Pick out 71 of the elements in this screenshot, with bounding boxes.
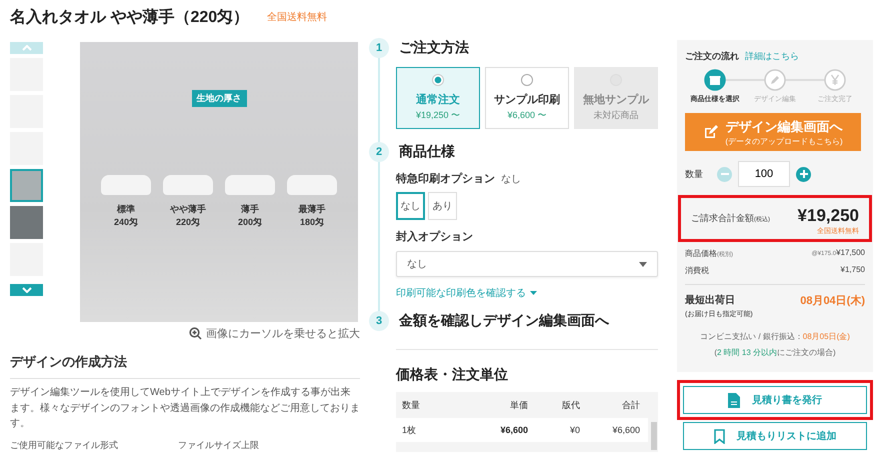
total-amount: ¥19,250 — [798, 206, 859, 226]
increase-button[interactable] — [796, 166, 811, 182]
minus-icon — [720, 173, 728, 175]
caret-down-icon — [530, 291, 537, 295]
payment-ship-date: コンビニ支払い / 銀行振込：08月05日(金) — [699, 331, 851, 342]
step-title: ご注文方法 — [399, 39, 469, 57]
print-colors-link[interactable]: 印刷可能な印刷色を確認する — [396, 286, 526, 300]
thumbnail[interactable] — [10, 169, 43, 202]
thumbnail[interactable] — [10, 206, 43, 239]
scrollbar[interactable] — [651, 422, 657, 450]
step-number: 1 — [369, 38, 389, 58]
towel-caption: 標準 240匁 — [114, 203, 138, 228]
towel-drawing — [287, 175, 337, 195]
towel-drawing — [163, 175, 213, 195]
column-header: 数量 — [402, 398, 421, 412]
step-number: 2 — [369, 142, 389, 162]
breakdown-value: ¥1,750 — [840, 265, 865, 276]
option-label: 特急印刷オプション — [396, 172, 495, 186]
quantity-field[interactable]: 100 — [738, 161, 790, 187]
table-cell-text: ¥6,600 — [611, 425, 640, 435]
step-number: 3 — [369, 311, 389, 331]
towel-drawing — [101, 175, 151, 195]
section-heading: デザインの作成方法 — [10, 353, 360, 379]
chevron-up-icon — [22, 45, 32, 51]
column-header: 版代 — [561, 398, 580, 412]
dropdown-caret-icon — [639, 262, 647, 266]
document-icon — [728, 392, 740, 408]
chevron-down-icon — [22, 287, 32, 293]
add-to-list-button[interactable]: 見積もりリストに追加 — [683, 422, 867, 450]
column-header: 単価 — [509, 398, 528, 412]
ship-date: 08月04日(木) — [800, 294, 865, 308]
towel-drawing — [225, 175, 275, 195]
table-cell-text: 1枚 — [402, 424, 418, 436]
step-title: 金額を確認しデザイン編集画面へ — [399, 312, 609, 330]
order-deadline: (2 時間 13 分以内にご注文の場合) — [713, 347, 837, 358]
towel-caption: 最薄手 180匁 — [298, 203, 326, 228]
column-heading: ご使用可能なファイル形式 — [10, 438, 118, 450]
plus-icon — [800, 170, 808, 178]
breakdown-label: 消費税 — [685, 265, 709, 276]
quantity-label: 数量 — [685, 168, 704, 180]
step-title: 商品仕様 — [399, 143, 455, 161]
table-cell-text: ¥0 — [568, 425, 580, 435]
scroll-down-button[interactable] — [10, 284, 43, 296]
design-edit-button[interactable]: デザイン編集画面へ (データのアップロードもこちら) — [685, 113, 861, 151]
insert-option-select[interactable]: なし — [396, 251, 658, 277]
option-choice[interactable]: なし — [396, 192, 425, 220]
flow-label: ご注文の流れ — [685, 50, 739, 63]
details-link[interactable]: 詳細はこちら — [745, 50, 799, 63]
image-tag: 生地の厚さ — [192, 90, 246, 107]
towel-caption: やや薄手 220匁 — [170, 203, 206, 228]
edit-icon — [703, 124, 720, 140]
option-label: 封入オプション — [396, 230, 473, 244]
ship-date-label: 最短出荷日 — [685, 294, 736, 307]
bookmark-icon — [714, 428, 724, 444]
option-value: なし — [501, 173, 521, 186]
zoom-hint: 画像にカーソルを乗せると拡大 — [206, 327, 360, 341]
order-method-option[interactable]: 通常注文 ¥19,250 〜 — [396, 67, 480, 129]
product-title: 名入れタオル やや薄手（220匁） — [10, 7, 250, 28]
option-choice[interactable]: あり — [428, 192, 457, 220]
column-header: 合計 — [621, 398, 640, 412]
zoom-in-icon — [189, 327, 202, 340]
scroll-up-button[interactable] — [10, 42, 43, 54]
section-heading: 価格表・注文単位 — [396, 366, 509, 384]
description-text: デザイン編集ツールを使用してWebサイト上でデザインを作成する事が出来ます。様々なデザインのフォントや透過画像の作成機能などご用意しております。 — [10, 386, 360, 431]
table-cell-text: ¥6,600 — [499, 425, 528, 435]
order-method-option[interactable]: サンプル印刷 ¥6,600 〜 — [485, 67, 569, 129]
free-shipping-label: 全国送料無料 — [267, 10, 328, 24]
issue-quote-button[interactable]: 見積り書を発行 — [683, 386, 867, 414]
towel-caption: 薄手 200匁 — [238, 203, 262, 228]
decrease-button[interactable] — [717, 166, 732, 182]
column-heading: ファイルサイズ上限 — [178, 438, 259, 450]
